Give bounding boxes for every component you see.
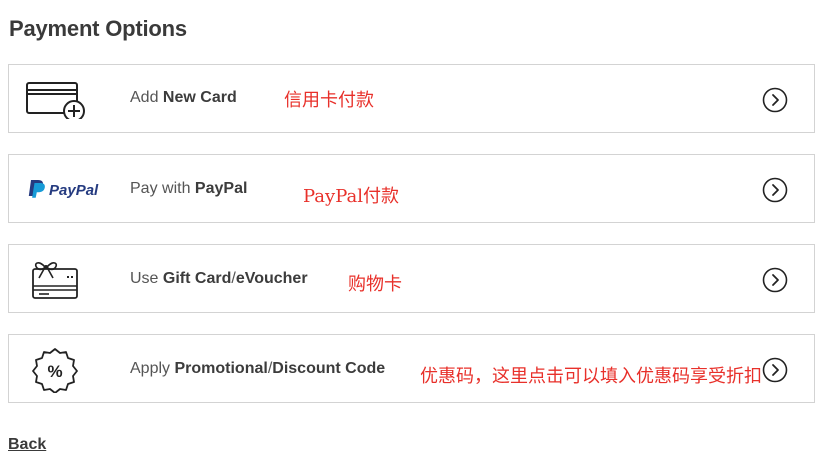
annotation-gift-card: 购物卡 [348, 274, 402, 295]
chevron-right-icon[interactable] [762, 357, 788, 383]
add-new-card-label: Add New Card [130, 89, 237, 106]
paypal-label: Pay with PayPal [130, 180, 248, 197]
paypal-logo-text: PayPal [49, 182, 99, 199]
gift-card-icon [25, 259, 85, 299]
chevron-right-icon[interactable] [762, 87, 788, 113]
annotation-credit-card: 信用卡付款 [284, 90, 374, 111]
paypal-option[interactable]: PayPal Pay with PayPal [8, 154, 815, 223]
chevron-right-icon[interactable] [762, 267, 788, 293]
percent-badge-icon: % [25, 347, 85, 393]
credit-card-add-icon [25, 79, 85, 119]
add-new-card-option[interactable]: Add New Card [8, 64, 815, 133]
gift-card-label: Use Gift Card/eVoucher [130, 270, 308, 287]
paypal-logo: PayPal [27, 169, 107, 209]
annotation-paypal: PayPal付款 [303, 186, 399, 207]
back-link[interactable]: Back [8, 436, 46, 454]
gift-card-option[interactable]: Use Gift Card/eVoucher [8, 244, 815, 313]
chevron-right-icon[interactable] [762, 177, 788, 203]
discount-code-label: Apply Promotional/Discount Code [130, 360, 386, 377]
page-title: Payment Options [9, 16, 187, 41]
annotation-discount-code: 优惠码，这里点击可以填入优惠码享受折扣 [420, 366, 762, 387]
svg-text:%: % [47, 362, 62, 381]
